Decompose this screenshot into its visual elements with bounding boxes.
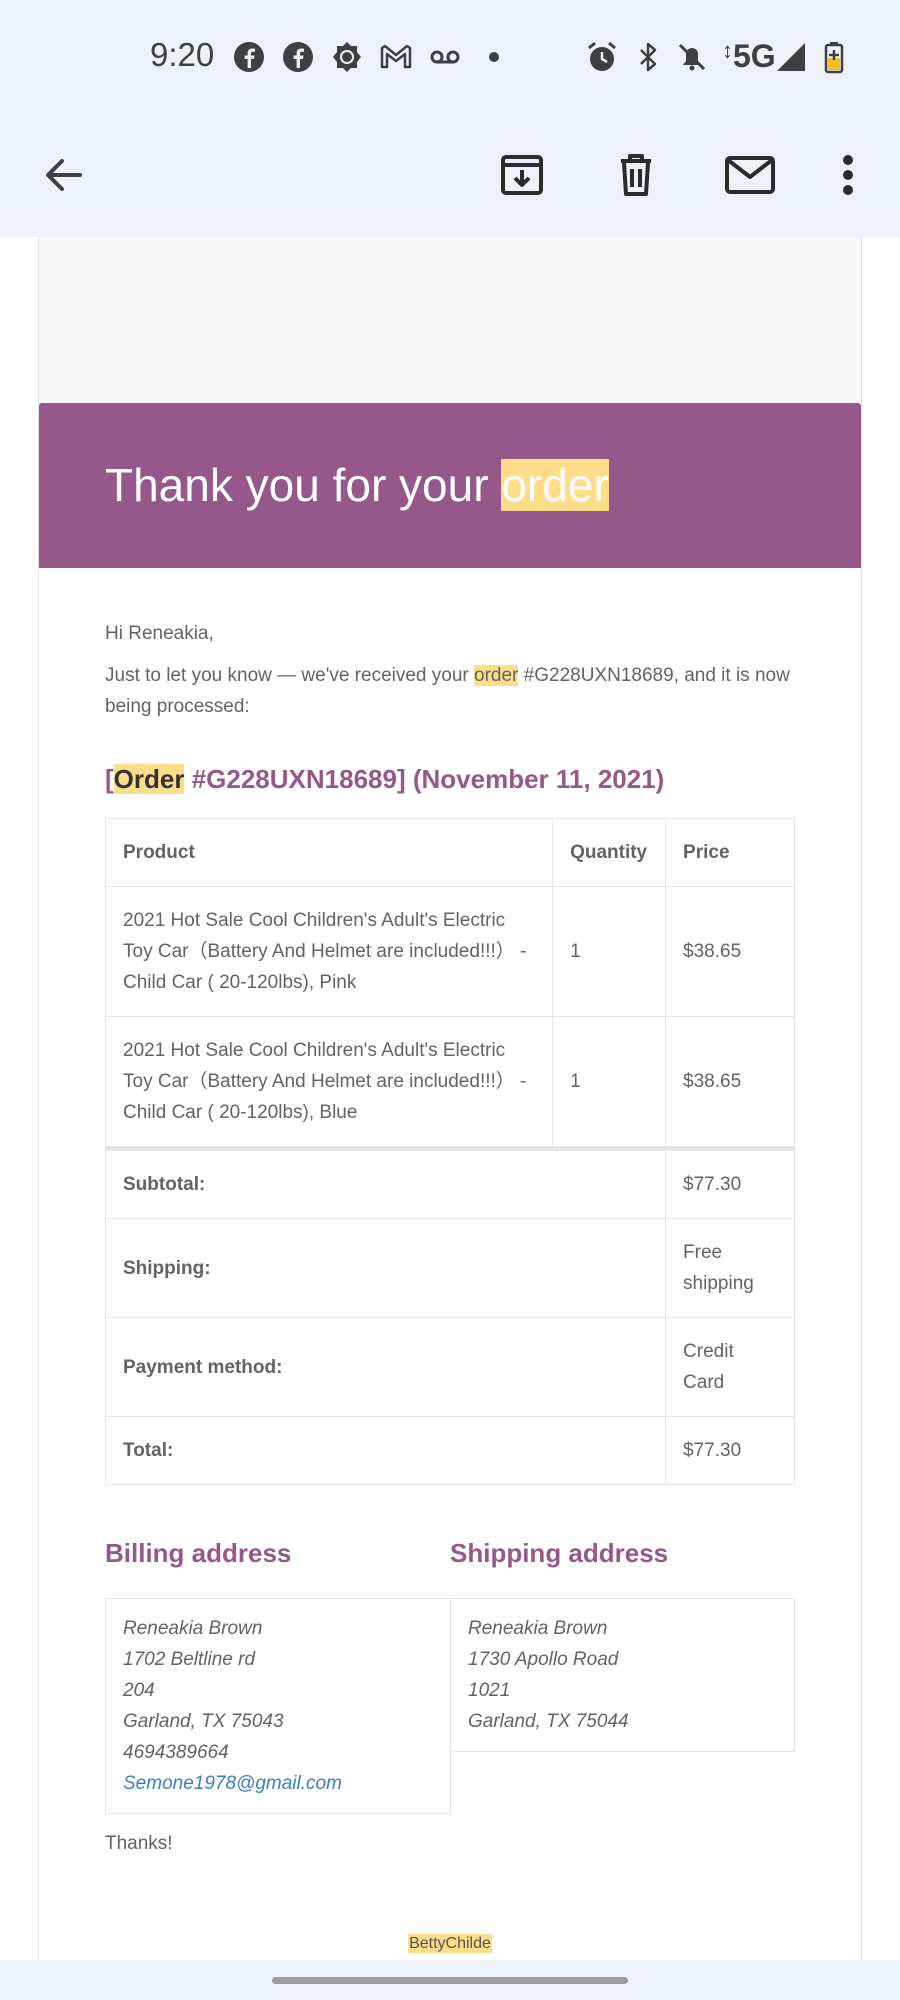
delete-icon bbox=[621, 154, 651, 196]
email-header: Thank you for your order bbox=[39, 403, 861, 568]
billing-address: Reneakia Brown 1702 Beltline rd 204 Garl… bbox=[105, 1598, 451, 1814]
bluetooth-icon bbox=[640, 42, 657, 72]
footer-store-name: BettyChilde bbox=[39, 1934, 861, 1953]
payment-method-row: Payment method: Credit Card bbox=[104, 1317, 795, 1417]
alarm-icon bbox=[588, 41, 616, 71]
shipping-line: 1730 Apollo Road bbox=[468, 1649, 619, 1670]
more-options-button[interactable] bbox=[808, 135, 888, 215]
billing-line: 1702 Beltline rd bbox=[123, 1649, 256, 1670]
subtotal-value: $77.30 bbox=[665, 1146, 795, 1219]
archive-icon bbox=[501, 155, 543, 195]
billing-address-heading: Billing address bbox=[105, 1538, 292, 1568]
billing-line: Garland, TX 75043 bbox=[123, 1711, 284, 1732]
subtotal-label: Subtotal: bbox=[104, 1146, 667, 1219]
message-toolbar bbox=[0, 115, 900, 237]
settings-badge-icon bbox=[333, 42, 361, 72]
delete-button[interactable] bbox=[596, 135, 676, 215]
table-row: 2021 Hot Sale Cool Children's Adult's El… bbox=[104, 1016, 795, 1149]
billing-phone: 4694389664 bbox=[123, 1742, 229, 1763]
shipping-line: 1021 bbox=[468, 1680, 511, 1701]
order-bracket: [ bbox=[105, 764, 114, 794]
order-highlight: Order bbox=[113, 764, 185, 794]
email-title: Thank you for your order bbox=[105, 458, 609, 512]
email-wrapper: Thank you for your order Hi Reneakia, Ju… bbox=[38, 237, 862, 1960]
total-row: Total: $77.30 bbox=[104, 1416, 795, 1485]
shipping-address: Reneakia Brown 1730 Apollo Road 1021 Gar… bbox=[450, 1598, 795, 1752]
status-bar: 9:20 ↕5G bbox=[0, 0, 900, 115]
product-price: $38.65 bbox=[665, 886, 795, 1017]
order-table: Product Quantity Price 2021 Hot Sale Coo… bbox=[104, 818, 795, 1485]
facebook-icon bbox=[234, 42, 264, 72]
shipping-address-heading: Shipping address bbox=[450, 1538, 669, 1568]
column-header-product: Product bbox=[104, 818, 554, 887]
back-arrow-icon bbox=[46, 159, 82, 191]
product-quantity: 1 bbox=[552, 1016, 667, 1149]
intro-before: Just to let you know — we've received yo… bbox=[105, 665, 475, 686]
table-row: 2021 Hot Sale Cool Children's Adult's El… bbox=[104, 886, 795, 1017]
product-name: 2021 Hot Sale Cool Children's Adult's El… bbox=[104, 1016, 554, 1149]
order-number-date: #G228UXN18689] (November 11, 2021) bbox=[184, 764, 665, 794]
payment-method-label: Payment method: bbox=[104, 1317, 667, 1417]
footer-name-highlight: BettyChilde bbox=[408, 1934, 492, 1953]
bell-off-icon bbox=[678, 43, 706, 71]
status-time: 9:20 bbox=[150, 36, 215, 73]
billing-line: 204 bbox=[123, 1680, 155, 1701]
email-content: Hi Reneakia, Just to let you know — we'v… bbox=[39, 568, 861, 1960]
shipping-value: Free shipping bbox=[665, 1218, 795, 1318]
mark-unread-button[interactable] bbox=[710, 135, 790, 215]
intro-highlight: order bbox=[474, 665, 519, 686]
facebook-icon bbox=[283, 42, 313, 72]
shipping-line: Garland, TX 75044 bbox=[468, 1711, 629, 1732]
back-button[interactable] bbox=[24, 135, 104, 215]
shipping-line: Reneakia Brown bbox=[468, 1618, 608, 1639]
product-price: $38.65 bbox=[665, 1016, 795, 1149]
payment-method-value: Credit Card bbox=[665, 1317, 795, 1417]
product-quantity: 1 bbox=[552, 886, 667, 1017]
greeting: Hi Reneakia, bbox=[105, 623, 214, 644]
order-heading: [Order #G228UXN18689] (November 11, 2021… bbox=[105, 764, 664, 795]
shipping-label: Shipping: bbox=[104, 1218, 667, 1318]
gmail-icon bbox=[380, 44, 412, 69]
product-name: 2021 Hot Sale Cool Children's Adult's El… bbox=[104, 886, 554, 1017]
shipping-row: Shipping: Free shipping bbox=[104, 1218, 795, 1318]
column-header-quantity: Quantity bbox=[552, 818, 667, 887]
archive-button[interactable] bbox=[482, 135, 562, 215]
title-highlight: order bbox=[501, 459, 609, 511]
column-header-price: Price bbox=[665, 818, 795, 887]
more-vert-icon bbox=[843, 155, 853, 195]
total-label: Total: bbox=[104, 1416, 667, 1485]
email-body[interactable]: Thank you for your order Hi Reneakia, Ju… bbox=[0, 237, 900, 1960]
network-type-label: ↕5G bbox=[722, 38, 776, 74]
gesture-handle[interactable] bbox=[272, 1977, 628, 1984]
intro-text: Just to let you know — we've received yo… bbox=[105, 660, 805, 722]
title-text: Thank you for your bbox=[105, 459, 502, 511]
voicemail-icon bbox=[430, 50, 460, 64]
table-header-row: Product Quantity Price bbox=[104, 818, 795, 887]
closing-text: Thanks! bbox=[105, 1833, 173, 1854]
mark-unread-icon bbox=[725, 156, 775, 194]
total-value: $77.30 bbox=[665, 1416, 795, 1485]
subtotal-row: Subtotal: $77.30 bbox=[104, 1146, 795, 1219]
billing-line: Reneakia Brown bbox=[123, 1618, 263, 1639]
dot-icon bbox=[489, 52, 499, 62]
navigation-bar bbox=[0, 1960, 900, 2000]
battery-icon bbox=[824, 42, 844, 74]
signal-icon bbox=[777, 43, 805, 71]
billing-email-link[interactable]: Semone1978@gmail.com bbox=[123, 1768, 433, 1799]
